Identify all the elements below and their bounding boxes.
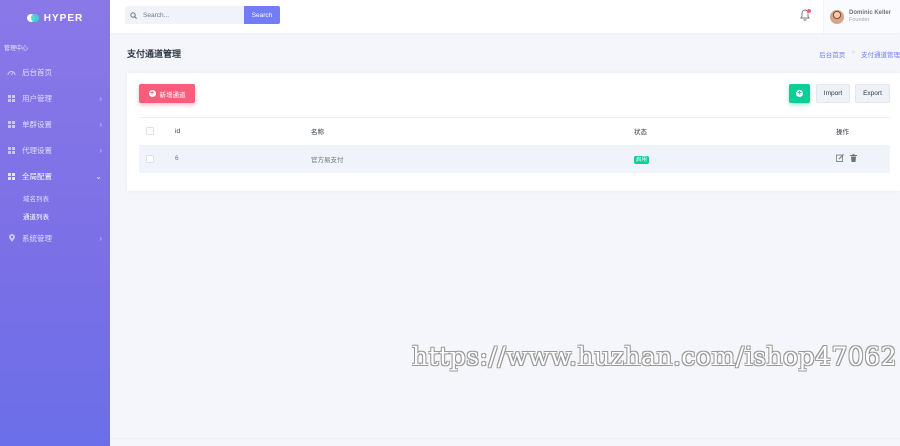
submenu-item-channels[interactable]: 通道列表: [23, 207, 110, 225]
breadcrumb-separator: >: [851, 49, 855, 56]
sidebar-item-system[interactable]: 系统管理 ›: [0, 225, 110, 251]
sidebar-item-label: 代理设置: [22, 145, 52, 155]
notification-dot: [807, 9, 811, 13]
plus-circle-icon: +: [796, 90, 803, 97]
export-button[interactable]: Export: [855, 84, 890, 103]
user-role: Founder: [849, 17, 870, 23]
sidebar: HYPER 管理中心 后台首页 用户管理 › 单群设置 › 代理设置 › 全局配…: [0, 0, 110, 446]
sidebar-item-dashboard[interactable]: 后台首页: [0, 59, 110, 85]
search-input[interactable]: [143, 11, 233, 19]
search-box: [125, 6, 244, 24]
status-badge: 启用: [634, 155, 650, 164]
avatar: [830, 9, 844, 24]
watermark: https://www.huzhan.com/ishop47062: [412, 342, 898, 371]
edit-icon[interactable]: [836, 153, 844, 162]
add-icon-button[interactable]: +: [789, 84, 810, 103]
breadcrumb-home[interactable]: 后台首页: [819, 49, 845, 59]
sidebar-submenu: 域名列表 通道列表: [0, 189, 110, 225]
trash-icon[interactable]: [850, 153, 857, 162]
sidebar-item-label: 用户管理: [22, 93, 52, 103]
channel-card: + 新增通道 + Import Export id 名称 状态 操作 6 官方易…: [127, 73, 900, 191]
logo[interactable]: HYPER: [0, 0, 110, 36]
chevron-right-icon: ›: [99, 145, 102, 155]
grid-icon: [7, 146, 16, 155]
breadcrumb: 后台首页 > 支付通道管理: [819, 49, 900, 59]
sidebar-item-group-settings[interactable]: 单群设置 ›: [0, 111, 110, 137]
dashboard-icon: [7, 68, 16, 77]
add-channel-button[interactable]: + 新增通道: [139, 84, 195, 103]
cell-name: 官方易支付: [311, 144, 634, 173]
header-id: id: [175, 117, 311, 145]
chevron-right-icon: ›: [99, 93, 102, 103]
menu-section-title: 管理中心: [4, 46, 29, 52]
sidebar-item-label: 全局配置: [22, 171, 52, 181]
plus-circle-icon: +: [148, 90, 156, 97]
sidebar-item-label: 单群设置: [22, 119, 52, 129]
page-title: 支付通道管理: [127, 49, 182, 59]
header-name: 名称: [311, 117, 634, 145]
sidebar-item-label: 后台首页: [22, 67, 52, 77]
location-pin-icon: [7, 234, 16, 243]
grid-icon: [7, 94, 16, 103]
user-menu[interactable]: Dominic Keller Founder: [823, 0, 900, 33]
table-row: 6 官方易支付 启用: [139, 144, 890, 173]
select-all-checkbox[interactable]: [146, 127, 154, 136]
chevron-down-icon: ⌄: [95, 171, 102, 181]
brand-name: HYPER: [43, 12, 84, 24]
notification-bell[interactable]: [800, 9, 811, 22]
chevron-right-icon: ›: [99, 233, 102, 243]
import-button[interactable]: Import: [816, 84, 850, 103]
sidebar-menu: 后台首页 用户管理 › 单群设置 › 代理设置 › 全局配置 ⌄ 域名列表 通道…: [0, 59, 110, 251]
cell-actions: [836, 144, 890, 173]
sidebar-item-agent-settings[interactable]: 代理设置 ›: [0, 137, 110, 163]
add-channel-label: 新增通道: [159, 91, 186, 99]
row-checkbox[interactable]: [146, 154, 154, 163]
sidebar-item-label: 系统管理: [22, 233, 52, 243]
grid-icon: [7, 172, 16, 181]
submenu-item-domains[interactable]: 域名列表: [23, 189, 110, 207]
channel-table: id 名称 状态 操作 6 官方易支付 启用: [139, 117, 890, 173]
header-checkbox-cell: [139, 117, 175, 145]
grid-icon: [7, 120, 16, 129]
search-icon: [130, 11, 138, 19]
table-header-row: id 名称 状态 操作: [139, 117, 890, 145]
cell-status: 启用: [634, 144, 836, 173]
sidebar-item-global-config[interactable]: 全局配置 ⌄: [0, 163, 110, 189]
sidebar-item-users[interactable]: 用户管理 ›: [0, 85, 110, 111]
row-checkbox-cell: [139, 144, 175, 173]
header-actions: 操作: [836, 117, 890, 145]
footer-divider: [110, 438, 900, 439]
breadcrumb-current: 支付通道管理: [861, 52, 900, 59]
logo-icon: [26, 14, 39, 22]
header-status: 状态: [634, 117, 836, 145]
cell-id: 6: [175, 144, 311, 173]
topbar: Search Dominic Keller Founder: [110, 0, 900, 33]
user-name: Dominic Keller: [849, 10, 892, 16]
chevron-right-icon: ›: [99, 119, 102, 129]
search-button[interactable]: Search: [244, 6, 280, 24]
